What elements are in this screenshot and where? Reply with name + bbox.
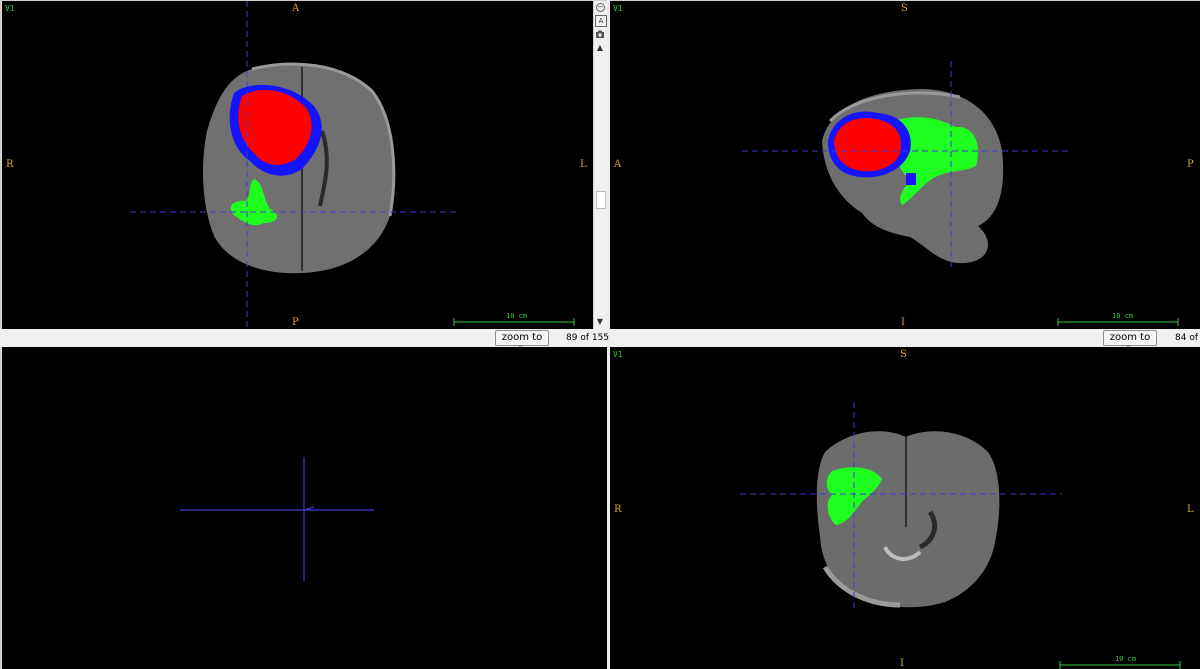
orient-left-label: R <box>6 159 14 170</box>
orient-bottom-label: I <box>900 658 904 669</box>
zoom-to-fit-button[interactable]: zoom to fit <box>495 330 549 357</box>
view-id-label: V1 <box>613 350 623 359</box>
orient-right-label: P <box>1187 159 1194 170</box>
orient-right-label: L <box>1187 504 1194 515</box>
minus-icon[interactable]: − <box>596 3 605 12</box>
axial-scrollbar[interactable]: − A ▲ ▼ <box>593 1 608 329</box>
slice-counter: 84 of 2 <box>1175 333 1200 343</box>
view-id-label: V1 <box>5 4 15 13</box>
text-a-icon[interactable]: A <box>595 15 607 27</box>
orient-left-label: R <box>614 504 622 515</box>
zoom-to-fit-button[interactable]: zoom to fit <box>1103 330 1157 357</box>
orient-left-label: A <box>614 159 622 170</box>
scale-label: 10 cm <box>1112 312 1134 320</box>
axial-view[interactable]: V1 A P R L 10 cm <box>2 1 593 329</box>
slice-counter: 89 of 155 <box>566 333 610 343</box>
scale-label: 10 cm <box>506 312 528 320</box>
scroll-down-icon[interactable]: ▼ <box>595 317 605 327</box>
camera-icon[interactable] <box>595 29 605 39</box>
orient-bottom-label: I <box>901 317 905 328</box>
sagittal-control-bar: zoom to fit 84 of 2 <box>610 329 1200 357</box>
3d-view[interactable] <box>2 347 607 669</box>
sagittal-image <box>742 61 1179 326</box>
coronal-view[interactable]: V1 S I R L 10 cm <box>610 347 1200 669</box>
scroll-thumb[interactable] <box>596 191 606 209</box>
orient-bottom-label: P <box>292 317 299 328</box>
scale-label: 10 cm <box>1115 655 1137 663</box>
orient-right-label: L <box>580 159 587 170</box>
sagittal-view[interactable]: V1 S I A P 10 cm <box>610 1 1200 329</box>
view-id-label: V1 <box>613 4 623 13</box>
orient-top-label: A <box>292 3 300 14</box>
axial-image <box>130 1 575 329</box>
scroll-up-icon[interactable]: ▲ <box>595 43 605 53</box>
orient-top-label: S <box>901 3 908 14</box>
coronal-image <box>740 402 1181 669</box>
orient-top-label: S <box>900 349 907 360</box>
3d-crosshair <box>180 457 374 581</box>
axial-control-bar: zoom to fit 89 of 155 <box>0 329 610 357</box>
